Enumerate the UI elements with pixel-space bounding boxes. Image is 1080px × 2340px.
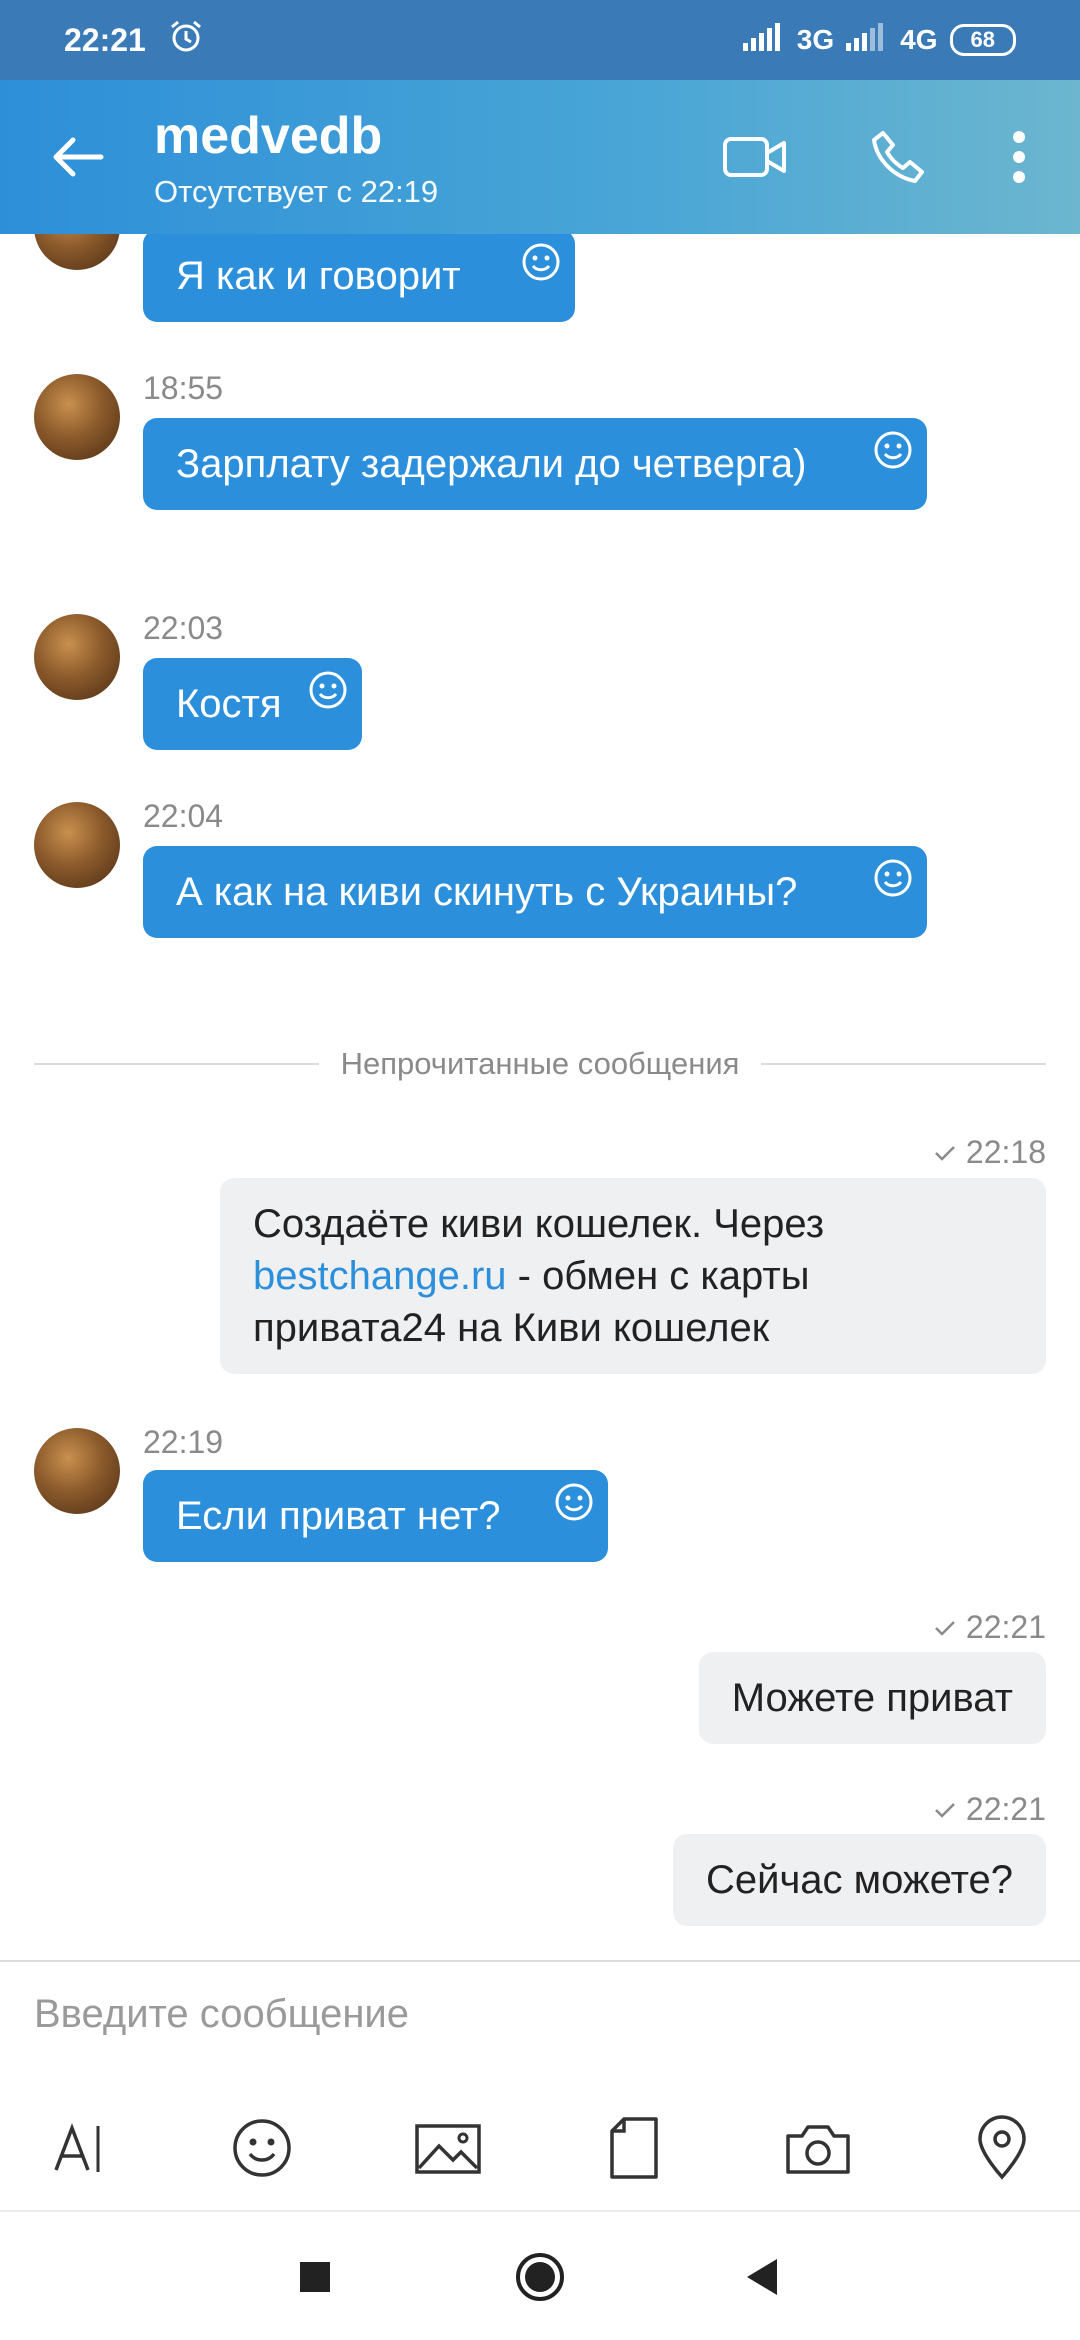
outgoing-message[interactable]: Создаёте киви кошелек. Через bestchange.… <box>220 1178 1046 1374</box>
message-time: 18:55 <box>143 370 224 406</box>
more-vert-icon[interactable] <box>982 120 1056 194</box>
unread-divider: Непрочитанные сообщения <box>34 1042 1047 1086</box>
incoming-message[interactable]: Я как и говорит <box>143 234 575 322</box>
message-text: Зарплату задержали до четверга) <box>176 442 807 486</box>
back-arrow-icon[interactable] <box>40 120 114 194</box>
file-icon[interactable] <box>596 2110 672 2186</box>
incoming-message[interactable]: Если приват нет? <box>143 1470 608 1562</box>
outgoing-message[interactable]: Сейчас можете? <box>672 1834 1046 1926</box>
message-time-text: 22:18 <box>965 1134 1046 1170</box>
chat-header: medvedb Отсутствует с 22:19 <box>0 80 1080 234</box>
message-time: 22:21 <box>934 1791 1046 1828</box>
message-text: Если приват нет? <box>176 1494 501 1538</box>
recents-icon[interactable] <box>283 2245 347 2309</box>
message-time-text: 22:21 <box>965 1791 1046 1827</box>
smile-icon[interactable] <box>871 856 915 900</box>
message-text: Создаёте киви кошелек. Через <box>253 1202 825 1246</box>
message-time: 22:03 <box>143 610 224 646</box>
divider-line <box>761 1063 1047 1065</box>
signal-icon <box>742 22 785 58</box>
chat-subtitle: Отсутствует с 22:19 <box>154 174 439 209</box>
message-composer: Введите сообщение <box>0 1960 1080 2210</box>
message-text: Можете приват <box>731 1676 1013 1720</box>
unread-label: Непрочитанные сообщения <box>340 1046 740 1081</box>
avatar[interactable] <box>34 614 120 700</box>
incoming-message[interactable]: Зарплату задержали до четверга) <box>143 418 927 510</box>
check-icon <box>935 1620 955 1636</box>
avatar[interactable] <box>34 374 120 460</box>
outgoing-message[interactable]: Можете приват <box>698 1652 1046 1744</box>
message-text: Костя <box>176 682 282 726</box>
avatar[interactable] <box>34 1428 120 1514</box>
text-format-icon[interactable] <box>42 2110 118 2186</box>
alarm-icon <box>168 18 204 62</box>
message-text: А как на киви скинуть с Украины? <box>176 870 798 914</box>
camera-icon[interactable] <box>780 2110 856 2186</box>
home-icon[interactable] <box>508 2245 572 2309</box>
emoji-icon[interactable] <box>224 2110 300 2186</box>
incoming-message[interactable]: Костя <box>143 658 362 750</box>
image-icon[interactable] <box>410 2110 486 2186</box>
check-icon <box>935 1145 955 1161</box>
message-time: 22:04 <box>143 798 224 834</box>
signal-icon <box>846 22 888 58</box>
smile-icon[interactable] <box>552 1480 596 1524</box>
message-time: 22:19 <box>143 1424 224 1460</box>
network-4g: 4G <box>900 24 938 55</box>
system-nav-bar <box>0 2210 1080 2340</box>
phone-icon[interactable] <box>860 120 934 194</box>
status-bar: 22:21 3G 4G 68 <box>0 0 1080 80</box>
smile-icon[interactable] <box>519 240 563 284</box>
smile-icon[interactable] <box>871 428 915 472</box>
message-text: Сейчас можете? <box>705 1858 1013 1902</box>
message-time: 22:21 <box>934 1609 1046 1646</box>
video-call-icon[interactable] <box>718 120 792 194</box>
message-link[interactable]: bestchange.ru <box>253 1254 507 1298</box>
avatar[interactable] <box>34 234 120 270</box>
network-3g: 3G <box>796 24 835 55</box>
message-text: Я как и говорит <box>176 254 461 298</box>
incoming-message[interactable]: А как на киви скинуть с Украины? <box>143 846 927 938</box>
status-time: 22:21 <box>64 21 146 58</box>
divider-line <box>34 1063 319 1065</box>
chat-title-group[interactable]: medvedb Отсутствует с 22:19 <box>154 106 438 212</box>
chat-title: medvedb <box>154 107 383 165</box>
check-icon <box>935 1802 955 1818</box>
avatar[interactable] <box>34 802 120 888</box>
smile-icon[interactable] <box>306 668 350 712</box>
message-input[interactable]: Введите сообщение <box>34 1992 409 2037</box>
battery-indicator: 68 <box>949 24 1016 56</box>
message-list[interactable]: Я как и говорит 18:55 Зарплату задержали… <box>0 234 1080 1960</box>
message-time-text: 22:21 <box>965 1609 1046 1645</box>
composer-toolbar <box>0 2100 1080 2190</box>
location-icon[interactable] <box>964 2110 1040 2186</box>
message-time: 22:18 <box>934 1134 1046 1171</box>
back-icon[interactable] <box>730 2245 794 2309</box>
